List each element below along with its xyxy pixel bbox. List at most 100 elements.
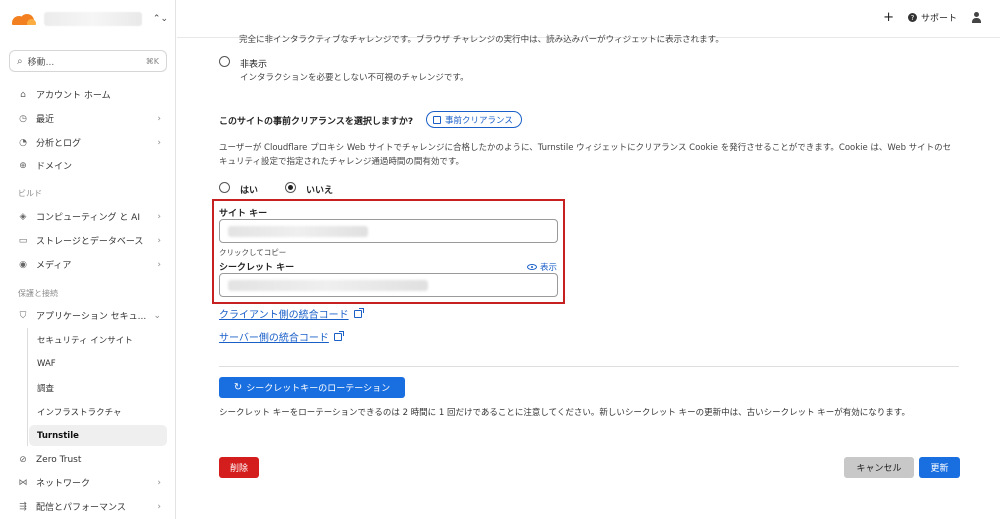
chevron-right-icon: › — [157, 501, 161, 512]
delivery-icon: ⇶ — [19, 501, 27, 512]
book-icon — [433, 115, 441, 124]
sidebar-item-bottom-0[interactable]: ⊘ Zero Trust — [9, 449, 167, 470]
search-placeholder: 移動... — [27, 57, 55, 68]
chevron-right-icon: › — [157, 137, 161, 148]
chevron-right-icon: › — [157, 211, 161, 222]
chevron-updown-icon[interactable]: ⌃⌄ — [153, 14, 168, 24]
external-link-icon — [333, 330, 344, 341]
preclearance-doc-button[interactable]: 事前クリアランス — [426, 111, 522, 128]
preclearance-no-label: いいえ — [306, 186, 334, 196]
sidebar: ⌃⌄ ⌕ 移動... ⌘K ⌂ アカウント ホーム ◷ 最近 › ◔ 分析とログ › ⊕ ドメイン… — [0, 0, 176, 519]
sidebar-item-label: コンピューティング と AI — [36, 213, 140, 223]
show-secret-button[interactable]: 表示 — [527, 261, 557, 273]
account-switcher[interactable]: ⌃⌄ — [10, 8, 168, 30]
section-build: ビルド — [18, 189, 42, 198]
clock-icon: ◷ — [19, 113, 27, 124]
search-icon: ⌕ — [17, 55, 23, 67]
external-link-icon — [353, 307, 364, 318]
sidebar-item-label: 分析とログ — [36, 139, 82, 149]
partially-hidden-text: 完全に非インタラクティブなチャレンジです。ブラウザ チャレンジの実行中は、読み込… — [239, 35, 724, 43]
sidebar-item-bottom-1[interactable]: ⋈ ネットワーク › — [9, 472, 167, 493]
sidebar-subitem-1[interactable]: WAF — [29, 353, 167, 374]
folder-icon: ▭ — [18, 235, 28, 246]
sidebar-item-label: 最近 — [36, 115, 55, 125]
sidebar-item-label: アプリケーション セキュ... — [36, 312, 147, 322]
preclearance-yes-radio[interactable] — [219, 182, 230, 193]
account-name-redacted — [44, 12, 142, 26]
site-key-value-redacted — [228, 226, 368, 237]
client-code-link[interactable]: クライアント側の統合コード — [219, 306, 364, 321]
sidebar-subitem-0[interactable]: セキュリティ インサイト — [29, 329, 167, 350]
invisible-radio[interactable] — [219, 56, 230, 67]
support-label: サポート — [920, 14, 957, 24]
server-code-link[interactable]: サーバー側の統合コード — [219, 329, 344, 344]
invisible-option-desc: インタラクションを必要としない不可視のチャレンジです。 — [240, 73, 469, 83]
zero-trust-icon: ⊘ — [19, 454, 27, 465]
media-icon: ◉ — [19, 259, 27, 270]
preclearance-yes-label: はい — [240, 186, 259, 196]
rotate-icon: ↻ — [233, 382, 243, 393]
sidebar-item-top-0[interactable]: ⌂ アカウント ホーム — [9, 84, 167, 105]
server-code-link-label: サーバー側の統合コード — [219, 333, 329, 344]
search-input[interactable]: ⌕ 移動... ⌘K — [9, 50, 167, 72]
site-key-field[interactable] — [219, 219, 558, 243]
sidebar-subitem-2[interactable]: 調査 — [29, 377, 167, 398]
chevron-right-icon: › — [157, 259, 161, 270]
search-shortcut: ⌘K — [145, 56, 159, 66]
client-code-link-label: クライアント側の統合コード — [219, 310, 349, 321]
section-protect: 保護と接続 — [18, 289, 58, 298]
preclearance-doc-label: 事前クリアランス — [445, 115, 513, 126]
support-button[interactable]: ? サポート — [907, 11, 957, 24]
preclearance-question: このサイトの事前クリアランスを選択しますか? — [219, 117, 414, 127]
cloudflare-logo-icon — [10, 13, 36, 25]
site-key-label: サイト キー — [219, 209, 268, 219]
sidebar-item-top-1[interactable]: ◷ 最近 › — [9, 108, 167, 129]
cancel-button[interactable]: キャンセル — [844, 457, 914, 478]
divider — [219, 366, 959, 367]
sidebar-subitem-4[interactable]: Turnstile — [29, 425, 167, 446]
compute-icon: ◈ — [19, 211, 27, 222]
show-secret-label: 表示 — [540, 263, 558, 273]
rotate-secret-label: シークレットキーのローテーション — [246, 384, 391, 394]
sidebar-subitem-3[interactable]: インフラストラクチャ — [29, 401, 167, 422]
eye-icon — [527, 264, 537, 270]
sidebar-item-bottom-2[interactable]: ⇶ 配信とパフォーマンス › — [9, 496, 167, 517]
sidebar-item-label: ドメイン — [36, 162, 73, 172]
shield-icon: ⛉ — [19, 310, 27, 321]
chevron-right-icon: › — [157, 477, 161, 488]
delete-button[interactable]: 削除 — [219, 457, 259, 478]
add-button[interactable]: + — [883, 11, 894, 24]
submenu-guide-line — [27, 328, 28, 446]
sidebar-item-build-0[interactable]: ◈ コンピューティング と AI › — [9, 206, 167, 227]
user-icon[interactable] — [971, 11, 982, 24]
chart-icon: ◔ — [19, 137, 27, 148]
rotate-secret-button[interactable]: ↻ シークレットキーのローテーション — [219, 377, 405, 398]
sidebar-item-label: アカウント ホーム — [36, 91, 111, 101]
globe-icon: ⊕ — [19, 160, 27, 171]
help-icon: ? — [907, 13, 917, 22]
main-content: 完全に非インタラクティブなチャレンジです。ブラウザ チャレンジの実行中は、読み込… — [177, 35, 1000, 519]
copy-hint: クリックしてコピー — [219, 248, 287, 257]
sidebar-item-label: 配信とパフォーマンス — [36, 503, 126, 513]
secret-key-label: シークレット キー — [219, 263, 295, 273]
secret-key-value-redacted — [228, 280, 428, 291]
sidebar-item-top-3[interactable]: ⊕ ドメイン — [9, 155, 167, 176]
sidebar-item-top-2[interactable]: ◔ 分析とログ › — [9, 132, 167, 153]
sidebar-item-build-1[interactable]: ▭ ストレージとデータベース › — [9, 230, 167, 251]
rotate-note: シークレット キーをローテーションできるのは 2 時間に 1 回だけであることに… — [219, 408, 910, 418]
invisible-option-title: 非表示 — [240, 60, 268, 70]
update-button[interactable]: 更新 — [919, 457, 960, 478]
sidebar-item-appsec-0[interactable]: ⛉ アプリケーション セキュ... ⌄ — [9, 305, 167, 326]
sidebar-item-label: Zero Trust — [36, 454, 82, 465]
sidebar-item-label: ストレージとデータベース — [36, 237, 144, 247]
secret-key-field[interactable] — [219, 273, 558, 297]
home-icon: ⌂ — [20, 89, 26, 100]
chevron-down-icon: ⌄ — [153, 310, 161, 321]
preclearance-no-radio[interactable] — [285, 182, 296, 193]
chevron-right-icon: › — [157, 113, 161, 124]
sidebar-item-build-2[interactable]: ◉ メディア › — [9, 254, 167, 275]
network-icon: ⋈ — [18, 477, 28, 488]
chevron-right-icon: › — [157, 235, 161, 246]
sidebar-item-label: メディア — [36, 261, 72, 271]
preclearance-description: ユーザーが Cloudflare プロキシ Web サイトでチャレンジに合格した… — [219, 143, 952, 167]
